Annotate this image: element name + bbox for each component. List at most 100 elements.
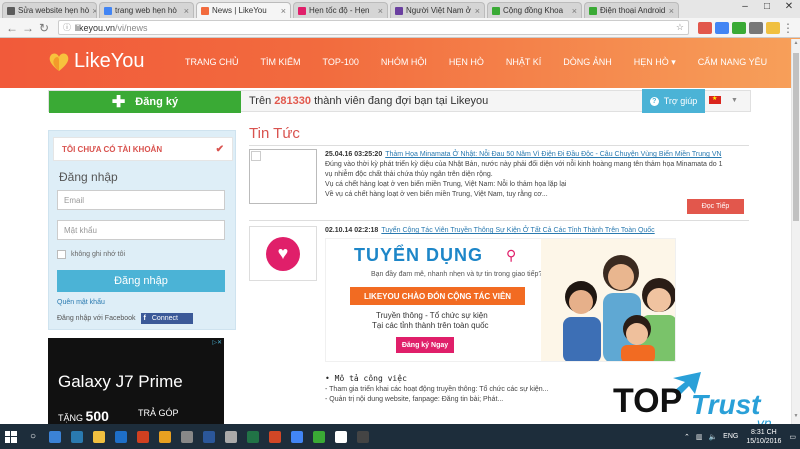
- taskbar-app-icon[interactable]: [286, 424, 308, 449]
- remember-checkbox[interactable]: [57, 250, 66, 259]
- forgot-password-link[interactable]: Quên mật khẩu: [57, 299, 105, 306]
- tab-close-icon[interactable]: ×: [472, 6, 480, 16]
- nav-item[interactable]: HẸN HÒ: [449, 57, 484, 68]
- taskbar-app-icon[interactable]: [264, 424, 286, 449]
- taskbar-app-icon[interactable]: [110, 424, 132, 449]
- banner-register-button[interactable]: Đăng ký Ngay: [396, 337, 454, 353]
- taskbar-app-icon[interactable]: [198, 424, 220, 449]
- register-button[interactable]: ✚ Đăng ký: [49, 91, 241, 113]
- password-field[interactable]: Mật khẩu: [57, 220, 225, 240]
- taskbar-app-icon[interactable]: [44, 424, 66, 449]
- taskbar-app-icon[interactable]: [330, 424, 352, 449]
- article-header: 25.04.16 03:25:20 Thảm Họa Minamata Ở Nhậ…: [325, 150, 745, 160]
- email-field[interactable]: Email: [57, 190, 225, 210]
- clock[interactable]: 8:31 CH 15/10/2016: [746, 428, 781, 446]
- page-scrollbar[interactable]: ▲ ▼: [791, 39, 800, 424]
- member-suffix: thành viên đang đợi bạn tại Likeyou: [314, 95, 489, 107]
- tab-label: Hẹn tốc độ - Hẹn: [309, 6, 370, 15]
- taskbar-app-icon[interactable]: [132, 424, 154, 449]
- recruitment-banner[interactable]: TUYỂN DỤNG ⚲ Bạn đầy đam mê, nhanh nhẹn …: [325, 238, 676, 362]
- taskbar-app-icon[interactable]: [176, 424, 198, 449]
- article-date: 25.04.16 03:25:20: [325, 151, 383, 158]
- extension-icon[interactable]: [749, 21, 763, 34]
- article-title-link[interactable]: Tuyển Cộng Tác Viên Truyền Thông Sự Kiện…: [381, 227, 654, 234]
- tab-label: Sửa website hẹn hò: [18, 6, 90, 15]
- windows-start-icon[interactable]: [0, 424, 22, 449]
- taskbar-app-icon[interactable]: [154, 424, 176, 449]
- tab-close-icon[interactable]: ×: [181, 6, 189, 16]
- read-more-button[interactable]: Đọc Tiếp: [687, 199, 744, 214]
- tab-close-icon[interactable]: ×: [375, 6, 383, 16]
- language-indicator[interactable]: ENG: [723, 433, 738, 440]
- tab-close-icon[interactable]: ×: [89, 6, 96, 16]
- article-thumbnail[interactable]: ♥: [249, 226, 317, 281]
- remember-row: không ghi nhớ tôi: [57, 250, 125, 259]
- taskbar-app-icon[interactable]: [220, 424, 242, 449]
- galaxy-ad-banner[interactable]: ▷✕ Galaxy J7 Prime TẶNG 500 TRẢ GÓP: [48, 338, 224, 424]
- taskbar-app-icon[interactable]: [308, 424, 330, 449]
- volume-icon[interactable]: 🔈: [708, 433, 717, 441]
- browser-tab[interactable]: Hẹn tốc độ - Hẹn ×: [293, 2, 388, 18]
- extension-icon[interactable]: [766, 21, 780, 34]
- extension-icon[interactable]: [715, 21, 729, 34]
- scroll-thumb[interactable]: [793, 53, 799, 221]
- app-glyph-icon: [225, 430, 237, 443]
- taskbar-app-icon[interactable]: [352, 424, 374, 449]
- nav-item[interactable]: CẨM NANG YÊU: [698, 57, 767, 68]
- no-account-toggle[interactable]: TÔI CHƯA CÓ TÀI KHOẢN ✔: [53, 137, 233, 161]
- tray-arrow-icon[interactable]: ⌃: [684, 433, 690, 441]
- scroll-down-icon[interactable]: ▼: [792, 413, 800, 423]
- url-input[interactable]: ⓘ likeyou.vn /vi/news ☆: [58, 20, 689, 35]
- tab-close-icon[interactable]: ×: [278, 6, 286, 16]
- back-icon[interactable]: ←: [4, 21, 20, 35]
- notification-icon[interactable]: ▭: [789, 433, 796, 441]
- nav-item[interactable]: TOP-100: [323, 57, 359, 68]
- network-icon[interactable]: ▥: [696, 433, 703, 441]
- maximize-button[interactable]: □: [756, 0, 778, 16]
- nav-item[interactable]: NHÓM HỘI: [381, 57, 427, 68]
- bookmark-star-icon[interactable]: ☆: [676, 22, 684, 33]
- article-thumbnail[interactable]: [249, 149, 317, 204]
- facebook-connect-button[interactable]: f Connect: [140, 313, 193, 324]
- login-button[interactable]: Đăng nhập: [57, 270, 225, 292]
- menu-icon[interactable]: ⋮: [780, 21, 796, 35]
- site-logo[interactable]: LikeYou: [48, 50, 144, 73]
- connect-label: Connect: [151, 315, 178, 322]
- scroll-up-icon[interactable]: ▲: [792, 40, 800, 50]
- taskbar-app-icon[interactable]: [242, 424, 264, 449]
- help-label: Trợ giúp: [663, 96, 698, 106]
- taskbar-app-icon[interactable]: [66, 424, 88, 449]
- tab-label: Người Việt Nam ở: [406, 6, 472, 15]
- nav-item[interactable]: TRANG CHỦ: [185, 57, 239, 68]
- logo-text: LikeYou: [74, 50, 145, 72]
- extension-icon[interactable]: [698, 21, 712, 34]
- language-selector[interactable]: ▼: [709, 95, 738, 104]
- close-window-button[interactable]: ✕: [778, 0, 800, 16]
- article-title-link[interactable]: Thảm Họa Minamata Ở Nhật: Nỗi Đau 50 Năm…: [385, 151, 721, 158]
- browser-tab[interactable]: Sửa website hẹn hò ×: [2, 2, 97, 18]
- sub-bar: ✚ Đăng ký Trên 281330 thành viên đang đợ…: [48, 89, 751, 113]
- browser-tab[interactable]: trang web hẹn hò ×: [99, 2, 194, 18]
- tab-close-icon[interactable]: ×: [666, 6, 674, 16]
- reload-icon[interactable]: ↻: [36, 21, 52, 35]
- nav-item[interactable]: TÌM KIẾM: [261, 57, 301, 68]
- nav-item[interactable]: DÒNG ẢNH: [563, 57, 612, 68]
- ad-choices-icon[interactable]: ▷✕: [212, 339, 222, 346]
- browser-tab[interactable]: Cộng đồng Khoa ×: [487, 2, 582, 18]
- app-glyph-icon: [49, 430, 61, 443]
- tab-close-icon[interactable]: ×: [569, 6, 577, 16]
- browser-tab[interactable]: Điện thoại Android ×: [584, 2, 679, 18]
- taskbar-app-icon[interactable]: [88, 424, 110, 449]
- extension-icon[interactable]: [732, 21, 746, 34]
- minimize-button[interactable]: –: [734, 0, 756, 16]
- help-button[interactable]: ? Trợ giúp: [642, 89, 705, 113]
- nav-item[interactable]: NHẬT KÍ: [506, 57, 541, 68]
- nav-item[interactable]: HẸN HÒ ▾: [634, 57, 676, 68]
- facebook-icon: f: [143, 315, 146, 322]
- browser-tab[interactable]: News | LikeYou ×: [196, 2, 291, 18]
- login-title: Đăng nhập: [59, 170, 118, 184]
- forward-icon[interactable]: →: [20, 21, 36, 35]
- browser-tab[interactable]: Người Việt Nam ở ×: [390, 2, 485, 18]
- search-icon[interactable]: ○: [22, 424, 44, 449]
- watermark-trust: Trust: [691, 389, 762, 420]
